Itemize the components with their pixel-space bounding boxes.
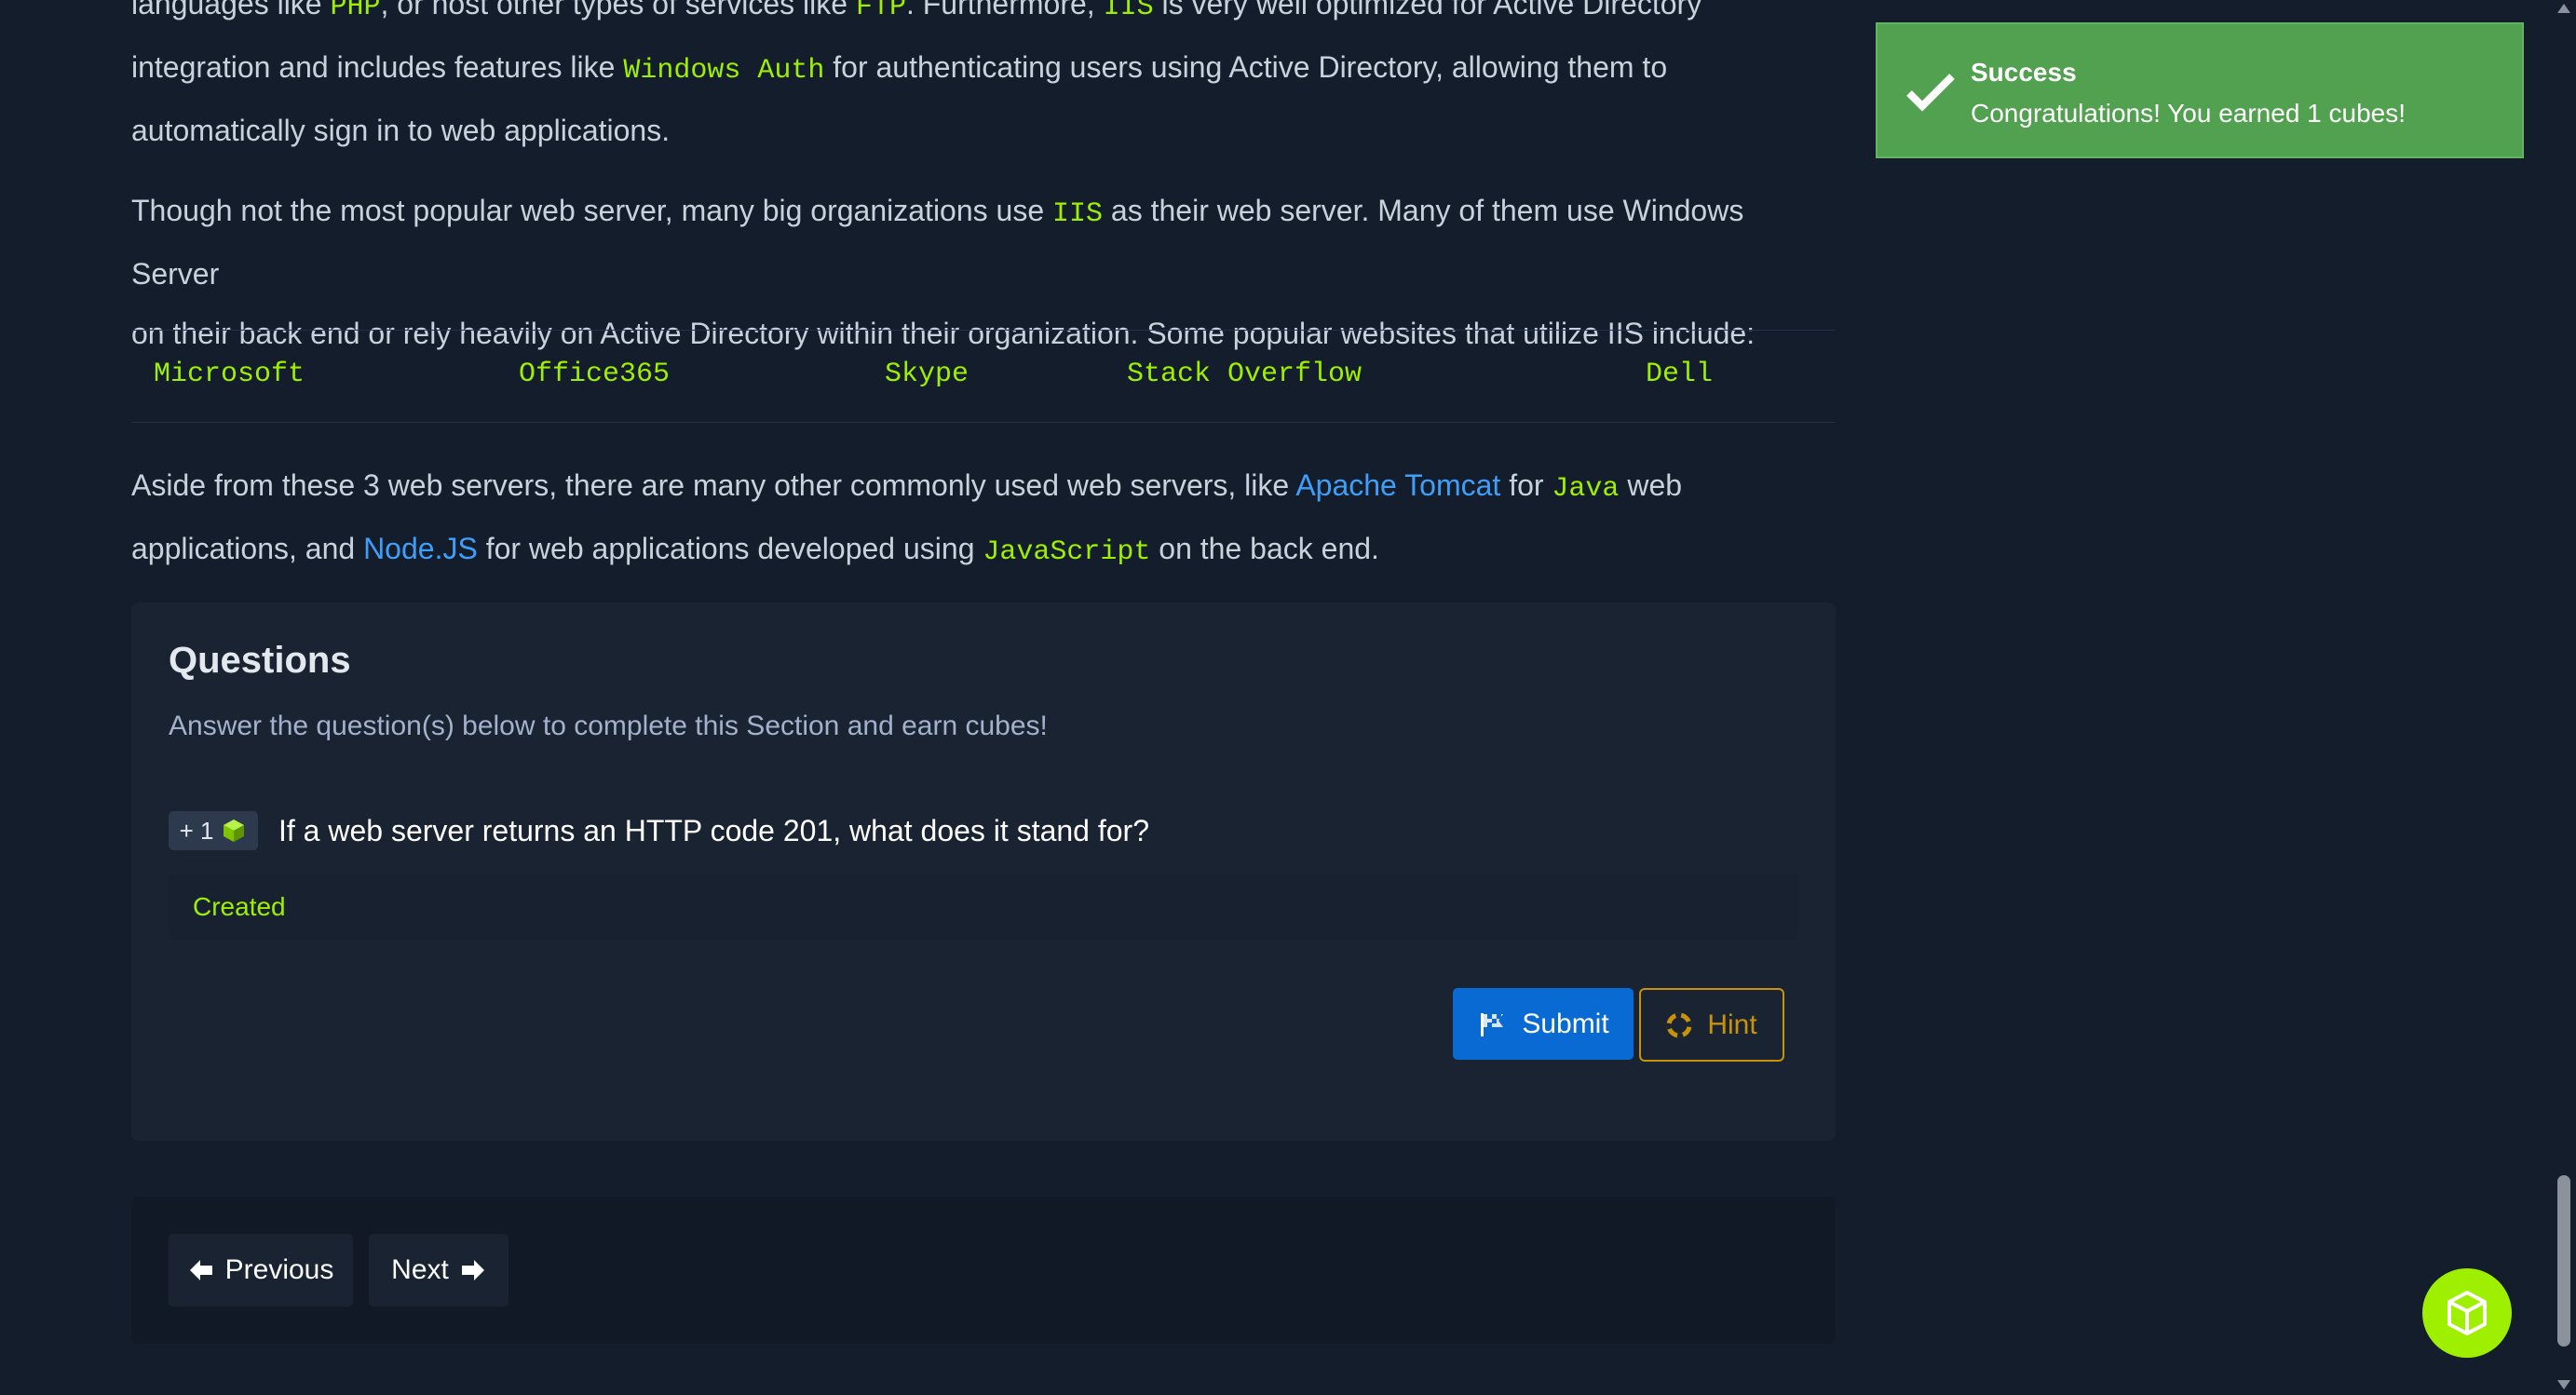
site-cell: Skype [885,359,969,390]
questions-panel: Questions Answer the question(s) below t… [131,603,1836,1141]
toast-message: Congratulations! You earned 1 cubes! [1971,99,2407,128]
page-scrollbar[interactable] [2552,0,2576,1395]
text: automatically sign in to web application… [131,114,671,147]
questions-title: Questions [169,640,351,681]
code-iis: IIS [1103,0,1154,23]
submit-label: Submit [1522,1008,1609,1039]
badge-label: + 1 [179,816,214,845]
next-button[interactable]: Next [369,1234,508,1307]
section-navigation: Previous Next [131,1197,1836,1344]
previous-button[interactable]: Previous [169,1234,353,1307]
text: on the back end. [1150,532,1379,565]
paragraph-other-servers: Aside from these 3 web servers, there ar… [131,455,1836,582]
text: Aside from these 3 web servers, there ar… [131,468,1296,502]
lifebuoy-icon [1666,1012,1692,1037]
cube-reward-badge: + 1 [169,811,258,850]
flag-icon [1481,1012,1504,1036]
success-toast[interactable]: Success Congratulations! You earned 1 cu… [1876,22,2524,158]
hint-button[interactable]: Hint [1639,988,1784,1062]
scroll-down-arrow-icon[interactable] [2556,1378,2571,1391]
question-text: If a web server returns an HTTP code 201… [278,814,1149,847]
site-cell: Office365 [519,359,671,390]
code-iis: IIS [1052,198,1104,230]
link-apache-tomcat[interactable]: Apache Tomcat [1295,468,1500,502]
websites-table: Microsoft Office365 Skype Stack Overflow… [131,330,1836,423]
arrow-left-icon [189,1260,212,1280]
text: for web applications developed using [477,532,983,565]
toast-title: Success [1971,58,2077,87]
code-windows-auth: Windows Auth [623,55,825,87]
scroll-thumb[interactable] [2557,1175,2570,1347]
text: . Furthermore, [905,0,1104,20]
answer-input[interactable] [169,874,1798,940]
questions-subtitle: Answer the question(s) below to complete… [169,711,1048,741]
code-ftp: FTP [855,0,906,23]
code-javascript: JavaScript [983,536,1151,568]
code-php: PHP [330,0,381,23]
previous-label: Previous [224,1254,334,1285]
site-cell: Microsoft [154,359,305,390]
next-label: Next [391,1254,449,1285]
text: languages like [131,0,331,20]
cube-icon [2447,1291,2487,1335]
site-cell: Dell [1646,359,1714,390]
text: , or host other types of services like [380,0,856,20]
submit-button[interactable]: Submit [1453,988,1634,1060]
text: is very well optimized for Active Direct… [1153,0,1702,20]
link-nodejs[interactable]: Node.JS [363,532,478,565]
scroll-up-arrow-icon[interactable] [2556,2,2571,15]
text: for [1500,468,1552,502]
code-java: Java [1552,473,1620,505]
paragraph-iis-features: languages like PHP, or host other types … [131,0,1836,160]
text: for authenticating users using Active Di… [824,50,1668,84]
text: applications, and [131,532,364,565]
arrow-right-icon [461,1260,484,1280]
cube-fab-button[interactable] [2422,1268,2512,1358]
text: web [1619,468,1683,502]
text: Though not the most popular web server, … [131,194,1053,227]
check-icon [1906,74,1955,112]
text: integration and includes features like [131,50,624,84]
cube-icon [224,819,245,842]
site-cell: Stack Overflow [1127,359,1363,390]
hint-label: Hint [1707,1009,1757,1040]
